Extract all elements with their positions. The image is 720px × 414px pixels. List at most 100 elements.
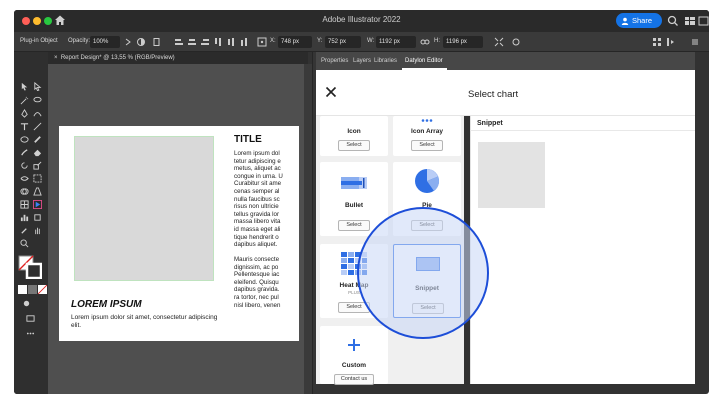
- direct-selection-tool-icon[interactable]: [33, 82, 42, 91]
- body-text-line: nulla faucibus sc: [234, 195, 280, 203]
- none-mode-icon[interactable]: [38, 285, 47, 294]
- align-left-icon[interactable]: [174, 37, 184, 47]
- align-middle-icon[interactable]: [226, 37, 236, 47]
- close-icon[interactable]: [325, 86, 337, 98]
- tab-datylon-editor[interactable]: Datylon Editor: [405, 58, 443, 64]
- pen-tool-icon[interactable]: [20, 109, 29, 118]
- ellipse-tool-icon[interactable]: [20, 135, 29, 144]
- align-bottom-icon[interactable]: [239, 37, 249, 47]
- h-label: H:: [434, 38, 440, 44]
- chart-card-label: Bullet: [344, 202, 364, 209]
- paintbrush-tool-icon[interactable]: [20, 148, 29, 157]
- select-snippet-chart-button[interactable]: Select: [412, 303, 444, 314]
- fill-stroke-swatch-icon[interactable]: [18, 255, 42, 279]
- chart-card-custom[interactable]: Custom Contact us: [320, 326, 388, 385]
- panel-toggle-icon[interactable]: [698, 15, 709, 27]
- chart-card-pie[interactable]: Pie Select: [393, 162, 461, 236]
- x-input[interactable]: 748 px: [278, 36, 312, 48]
- pencil-tool-icon[interactable]: [33, 135, 42, 144]
- screen-mode-icon[interactable]: [26, 314, 35, 323]
- document-setup-icon[interactable]: [152, 37, 162, 47]
- recolor-icon[interactable]: [136, 37, 146, 47]
- snippet-chart-icon: [416, 257, 440, 271]
- rotate-tool-icon[interactable]: [20, 161, 29, 170]
- height-input[interactable]: 1196 px: [443, 36, 483, 48]
- share-button[interactable]: Share: [616, 13, 662, 28]
- free-transform-tool-icon[interactable]: [33, 174, 42, 183]
- color-mode-icon[interactable]: [18, 285, 27, 294]
- curvature-tool-icon[interactable]: [33, 109, 42, 118]
- workspace-icon[interactable]: [684, 15, 696, 27]
- gradient-mode-icon[interactable]: [28, 285, 37, 294]
- graph-tool-icon[interactable]: [20, 213, 29, 222]
- chart-list: Icon Select Icon Array Select Bullet Sel…: [316, 116, 464, 385]
- select-pie-chart-button[interactable]: Select: [411, 220, 443, 231]
- tab-libraries[interactable]: Libraries: [374, 58, 397, 64]
- plugin-tool-icon[interactable]: [33, 200, 42, 209]
- chevron-right-icon[interactable]: [123, 37, 133, 47]
- bullet-chart-icon: [341, 177, 367, 189]
- select-heat-map-chart-button[interactable]: Select: [338, 302, 370, 313]
- zoom-tool-icon[interactable]: [20, 239, 29, 248]
- properties-toggle-icon[interactable]: [666, 37, 676, 47]
- transform-icon[interactable]: [494, 37, 504, 47]
- chart-card-icon[interactable]: Icon Select: [320, 116, 388, 156]
- panel-tab-bar: Properties Layers Libraries Datylon Edit…: [316, 52, 695, 70]
- select-icon-array-chart-button[interactable]: Select: [411, 140, 443, 151]
- contact-us-button[interactable]: Contact us: [334, 374, 374, 385]
- body-text-line: nisl libero, venen: [234, 301, 281, 309]
- isolate-icon[interactable]: [511, 37, 521, 47]
- artboard-caption[interactable]: Lorem ipsum dolor sit amet, consectetur …: [71, 314, 221, 330]
- type-tool-icon[interactable]: [20, 122, 29, 131]
- magic-wand-tool-icon[interactable]: [20, 96, 29, 105]
- scale-tool-icon[interactable]: [33, 161, 42, 170]
- preview-header: [470, 116, 695, 131]
- document-tab[interactable]: × Report Design* @ 13,55 % (RGB/Preview): [48, 52, 308, 64]
- search-icon[interactable]: [667, 15, 679, 27]
- body-text-block-1[interactable]: Lorem ipsum dol tetur adipiscing e metus, …: [234, 150, 299, 249]
- lasso-tool-icon[interactable]: [33, 96, 42, 105]
- shape-builder-tool-icon[interactable]: [20, 187, 29, 196]
- align-top-icon[interactable]: [213, 37, 223, 47]
- perspective-grid-tool-icon[interactable]: [33, 187, 42, 196]
- selection-tool-icon[interactable]: [20, 82, 29, 91]
- chart-card-icon-array[interactable]: Icon Array Select: [393, 116, 461, 156]
- body-text-block-2[interactable]: Mauris consecte dignissim, ac po Pellentes…: [234, 256, 299, 309]
- artboard-subtitle[interactable]: LOREM IPSUM: [71, 299, 142, 310]
- panel-menu-icon[interactable]: [690, 37, 700, 47]
- transform-reference-icon[interactable]: [257, 37, 267, 47]
- close-tab-icon[interactable]: ×: [54, 55, 61, 61]
- eyedropper-tool-icon[interactable]: [20, 226, 29, 235]
- body-text-line: Mauris consecte: [234, 256, 280, 263]
- chart-card-heat-map[interactable]: Heat Map PLUS Select: [320, 244, 388, 318]
- canvas-scrollbar[interactable]: [304, 64, 312, 394]
- mesh-tool-icon[interactable]: [20, 200, 29, 209]
- tab-properties[interactable]: Properties: [321, 58, 348, 64]
- link-icon[interactable]: [420, 37, 430, 47]
- line-tool-icon[interactable]: [33, 122, 42, 131]
- tab-layers[interactable]: Layers: [353, 58, 371, 64]
- width-input[interactable]: 1192 px: [376, 36, 416, 48]
- width-tool-icon[interactable]: [20, 174, 29, 183]
- select-bullet-chart-button[interactable]: Select: [338, 220, 370, 231]
- opacity-input[interactable]: 100%: [90, 36, 120, 48]
- hand-tool-icon[interactable]: [33, 226, 42, 235]
- artboard[interactable]: TITLE Lorem ipsum dol tetur adipiscing em…: [59, 126, 299, 341]
- modal-title: Select chart: [468, 89, 519, 100]
- draw-mode-icon[interactable]: [22, 299, 31, 308]
- more-tools-icon[interactable]: [26, 329, 35, 338]
- select-icon-chart-button[interactable]: Select: [338, 140, 370, 151]
- align-right-icon[interactable]: [200, 37, 210, 47]
- y-input[interactable]: 752 px: [325, 36, 361, 48]
- artboard-title[interactable]: TITLE: [234, 134, 262, 145]
- artboard-tool-icon[interactable]: [33, 213, 42, 222]
- chart-card-bullet[interactable]: Bullet Select: [320, 162, 388, 236]
- arrange-icon[interactable]: [652, 37, 662, 47]
- tools-panel: [14, 52, 48, 394]
- image-placeholder[interactable]: [74, 136, 214, 281]
- align-center-icon[interactable]: [187, 37, 197, 47]
- chart-card-snippet[interactable]: Snippet Select: [393, 244, 461, 318]
- share-label: Share: [632, 16, 653, 25]
- body-text-line: Curabitur sit ame: [234, 180, 282, 188]
- eraser-tool-icon[interactable]: [33, 148, 42, 157]
